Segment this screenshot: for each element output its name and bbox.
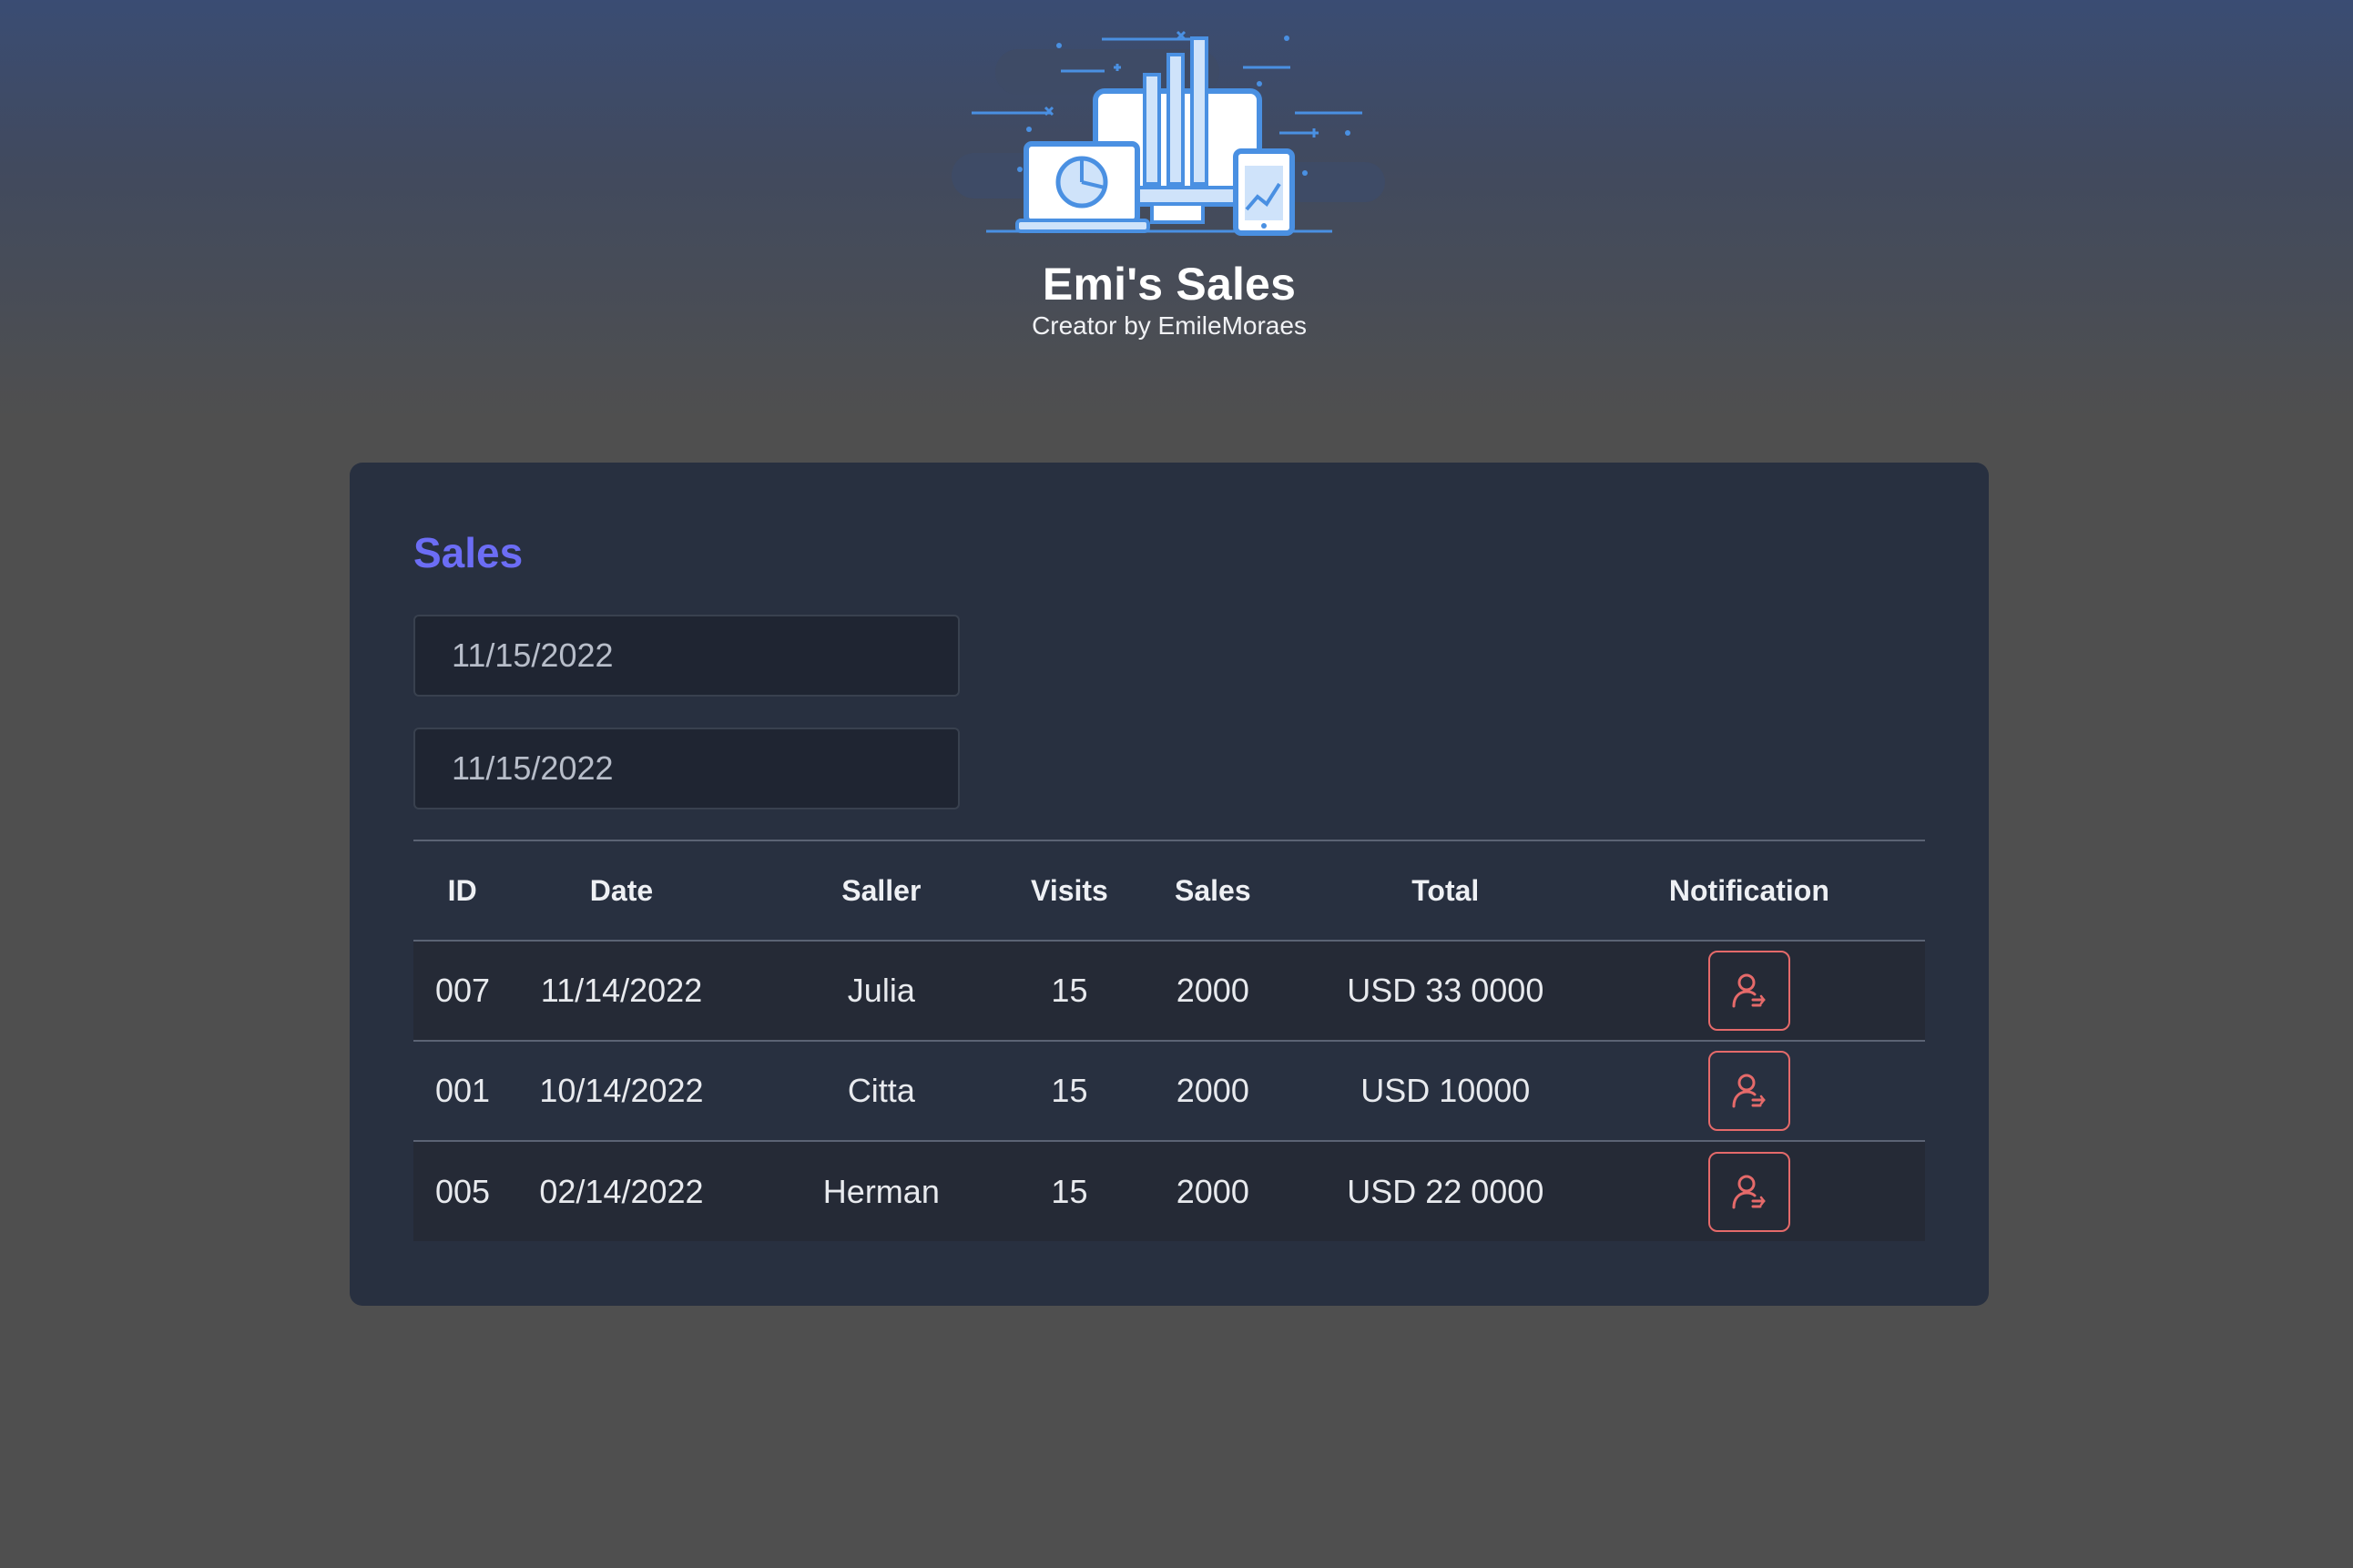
cell-saller: Citta <box>847 1072 915 1109</box>
cell-id: 007 <box>435 972 491 1009</box>
notify-button[interactable] <box>1707 1051 1790 1131</box>
cell-sales: 2000 <box>1176 972 1249 1009</box>
user-notify-icon <box>1732 1175 1766 1208</box>
cell-notification <box>1574 1141 1925 1241</box>
notify-button[interactable] <box>1707 951 1790 1031</box>
column-header-notification: Notification <box>1668 873 1829 907</box>
sales-card: Sales ID Date Saller Visits Sales Total … <box>350 463 1989 1306</box>
table-row: 007 11/14/2022 Julia 15 2000 USD 33 0000 <box>413 941 1925 1041</box>
table-header-row: ID Date Saller Visits Sales Total Notifi… <box>413 840 1925 941</box>
column-header-id: ID <box>447 873 477 907</box>
cell-total: USD 22 0000 <box>1347 1172 1544 1210</box>
table-row: 001 10/14/2022 Citta 15 2000 USD 10000 <box>413 1041 1925 1141</box>
cell-saller: Herman <box>822 1172 940 1210</box>
sales-table: ID Date Saller Visits Sales Total Notifi… <box>413 840 1925 1241</box>
cell-date: 10/14/2022 <box>539 1072 704 1109</box>
cell-visits: 15 <box>1051 1172 1088 1210</box>
cell-notification <box>1574 1041 1925 1141</box>
sales-card-title: Sales <box>413 529 524 576</box>
app-subtitle: Creator by EmileMoraes <box>1032 311 1307 340</box>
sales-devices-illustration-icon <box>952 30 1385 236</box>
end-date-input[interactable] <box>413 728 960 809</box>
cell-id: 001 <box>435 1072 491 1109</box>
column-header-visits: Visits <box>1031 873 1108 907</box>
cell-id: 005 <box>435 1172 491 1210</box>
cell-total: USD 10000 <box>1360 1072 1531 1109</box>
column-header-sales: Sales <box>1175 873 1251 907</box>
app-title: Emi's Sales <box>1042 259 1297 310</box>
cell-visits: 15 <box>1051 1072 1088 1109</box>
column-header-date: Date <box>589 873 654 907</box>
cell-date: 11/14/2022 <box>540 972 703 1009</box>
cell-visits: 15 <box>1051 972 1088 1009</box>
user-notify-icon <box>1732 973 1766 1008</box>
cell-date: 02/14/2022 <box>539 1172 704 1210</box>
column-header-total: Total <box>1411 873 1480 907</box>
cell-saller: Julia <box>847 972 915 1009</box>
cell-sales: 2000 <box>1176 1172 1249 1210</box>
notify-button[interactable] <box>1707 1151 1790 1232</box>
table-row: 005 02/14/2022 Herman 15 2000 USD 22 000… <box>413 1141 1925 1241</box>
column-header-saller: Saller <box>841 873 922 907</box>
cell-total: USD 33 0000 <box>1347 972 1544 1009</box>
start-date-input[interactable] <box>413 615 960 697</box>
user-notify-icon <box>1732 1074 1766 1108</box>
cell-sales: 2000 <box>1176 1072 1249 1109</box>
cell-notification <box>1574 941 1925 1041</box>
